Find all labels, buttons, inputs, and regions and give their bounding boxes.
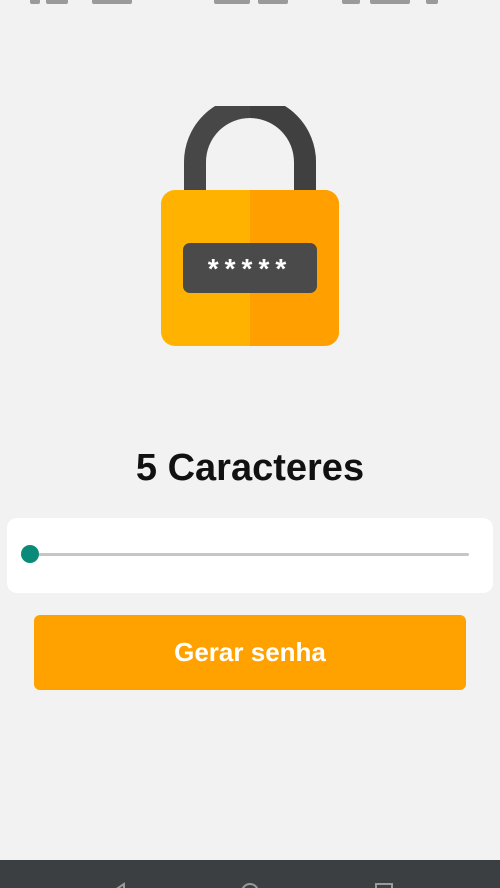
status-bar (0, 0, 500, 6)
length-slider-card (7, 518, 493, 593)
masked-password: ***** (208, 253, 292, 284)
generate-password-button[interactable]: Gerar senha (34, 615, 466, 690)
status-icon (342, 0, 360, 4)
status-icon (258, 0, 288, 4)
status-icon (30, 0, 40, 4)
status-icon (92, 0, 132, 4)
status-icon (426, 0, 438, 4)
recents-icon[interactable] (374, 882, 394, 888)
status-icon (370, 0, 410, 4)
navigation-bar (0, 860, 500, 888)
padlock-icon: ***** (161, 96, 339, 346)
status-icon (214, 0, 250, 4)
length-slider-track[interactable] (31, 553, 469, 556)
character-count-label: 5 Caracteres (135, 447, 365, 489)
length-slider-thumb[interactable] (21, 545, 39, 563)
home-icon[interactable] (240, 882, 260, 888)
back-icon[interactable] (108, 882, 128, 888)
status-icon (46, 0, 68, 4)
